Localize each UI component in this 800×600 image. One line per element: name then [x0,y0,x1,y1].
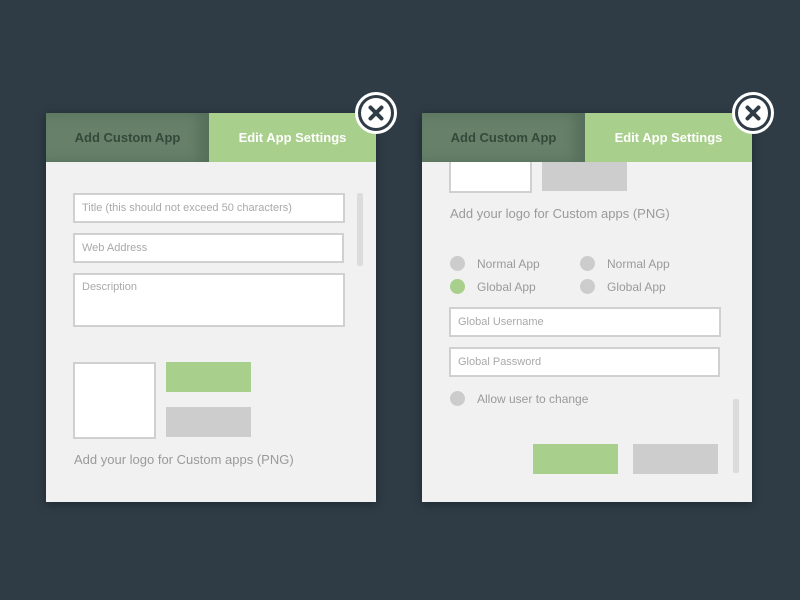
radio-global-app[interactable]: Global App [580,279,666,294]
tab-edit-app-settings[interactable]: Edit App Settings [209,113,376,162]
remove-logo-button[interactable] [542,161,627,191]
close-button[interactable] [355,92,397,134]
radio-button[interactable] [580,256,595,271]
radio-normal-app[interactable]: Normal App [450,256,540,271]
radio-button[interactable] [580,279,595,294]
edit-app-settings-panel: Add Custom App Edit App Settings Add you… [422,113,752,502]
global-username-input[interactable]: Global Username [449,307,721,337]
scrollbar[interactable] [357,193,363,266]
allow-change-label: Allow user to change [477,391,589,406]
add-custom-app-panel: Add Custom App Edit App Settings Title (… [46,113,376,502]
tab-edit-app-settings[interactable]: Edit App Settings [585,113,752,162]
radio-button-selected[interactable] [450,279,465,294]
radio-label: Global App [477,279,536,294]
remove-logo-button[interactable] [166,407,251,437]
cancel-button[interactable] [633,444,718,474]
close-icon [361,98,391,128]
logo-preview [73,362,156,439]
radio-label: Global App [607,279,666,294]
close-icon [738,98,768,128]
global-password-input[interactable]: Global Password [449,347,720,377]
tab-add-custom-app[interactable]: Add Custom App [422,113,585,162]
radio-label: Normal App [607,256,670,271]
upload-logo-button[interactable] [166,362,251,392]
close-button[interactable] [732,92,774,134]
save-button[interactable] [533,444,618,474]
logo-helper-text: Add your logo for Custom apps (PNG) [74,452,294,467]
panel-tabs: Add Custom App Edit App Settings [422,113,752,162]
radio-label: Normal App [477,256,540,271]
description-textarea[interactable]: Description [73,273,345,327]
radio-button[interactable] [450,256,465,271]
title-input[interactable]: Title (this should not exceed 50 charact… [73,193,345,223]
tab-add-custom-app[interactable]: Add Custom App [46,113,209,162]
allow-user-change-option[interactable]: Allow user to change [450,391,588,406]
panel-tabs: Add Custom App Edit App Settings [46,113,376,162]
radio-button[interactable] [450,391,465,406]
logo-helper-text: Add your logo for Custom apps (PNG) [450,206,670,221]
radio-global-app[interactable]: Global App [450,279,536,294]
web-address-input[interactable]: Web Address [73,233,344,263]
scrollbar[interactable] [733,399,739,473]
radio-normal-app[interactable]: Normal App [580,256,670,271]
